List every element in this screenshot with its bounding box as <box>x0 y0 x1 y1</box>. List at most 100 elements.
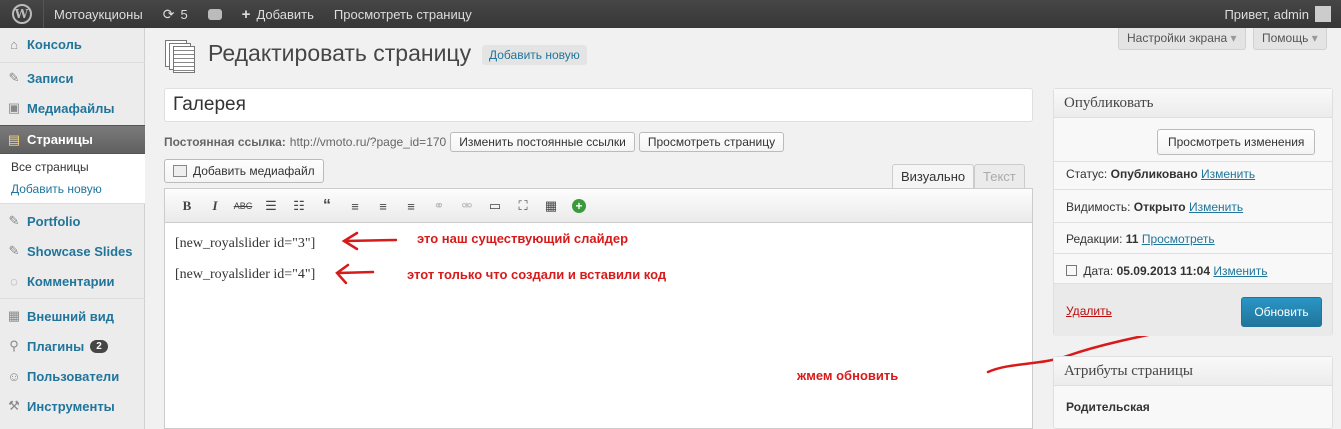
add-new-label: Добавить <box>256 6 314 22</box>
visibility-row: Видимость: Открыто Изменить <box>1066 200 1243 214</box>
annotation-text: этот только что создали и вставили код <box>407 267 667 282</box>
sidebar-item-plugins[interactable]: ⚲ Плагины 2 <box>0 336 145 356</box>
sidebar-item-appearance[interactable]: ▦ Внешний вид <box>0 306 145 326</box>
permalink-url[interactable]: http://vmoto.ru/?page_id=170 <box>290 135 446 149</box>
sidebar-item-showcase-slides[interactable]: ✎ Showcase Slides <box>0 241 145 261</box>
bold-icon[interactable]: B <box>177 197 197 215</box>
pages-submenu: Все страницы Добавить новую <box>0 154 145 204</box>
insert-more-icon[interactable]: ▭ <box>485 197 505 215</box>
bullet-list-icon[interactable]: ☰ <box>261 197 281 215</box>
refresh-icon: ⟳ <box>162 5 175 22</box>
update-button[interactable]: Обновить <box>1241 297 1322 327</box>
unlink-icon[interactable]: ⚮ <box>457 197 477 215</box>
pages-icon <box>165 40 197 74</box>
editor-toolbar: B I ABC ☰ ☷ “ ≡ ≡ ≡ ⚭ ⚮ ▭ ⛶ ▦ + <box>165 189 1032 223</box>
annotation-text: жмем обновить <box>797 368 899 383</box>
revisions-browse-link[interactable]: Просмотреть <box>1142 232 1215 246</box>
align-left-icon[interactable]: ≡ <box>345 197 365 215</box>
status-row: Статус: Опубликовано Изменить <box>1066 167 1255 181</box>
permalink-label: Постоянная ссылка: <box>164 135 286 149</box>
sidebar-item-label: Showcase Slides <box>27 243 133 259</box>
fullscreen-icon[interactable]: ⛶ <box>513 197 533 215</box>
align-right-icon[interactable]: ≡ <box>401 197 421 215</box>
avatar <box>1315 6 1331 22</box>
plus-icon: + <box>241 5 251 23</box>
sidebar-item-tools[interactable]: ⚒ Инструменты <box>0 396 145 416</box>
status-value: Опубликовано <box>1110 167 1198 181</box>
annotation-text: это наш существующий слайдер <box>417 231 629 246</box>
help-tab[interactable]: Помощь ▾ <box>1253 28 1327 50</box>
add-icon[interactable]: + <box>569 197 589 215</box>
screen-options-label: Настройки экрана <box>1127 31 1228 45</box>
add-new-menu[interactable]: + Добавить <box>232 0 324 28</box>
publish-box: Опубликовать Просмотреть изменения Стату… <box>1053 88 1333 336</box>
date-row: Дата: 05.09.2013 11:04 Изменить <box>1066 264 1268 278</box>
shortcode-line: [new_royalslider id="4"] <box>175 267 316 282</box>
content-editor: B I ABC ☰ ☷ “ ≡ ≡ ≡ ⚭ ⚮ ▭ ⛶ ▦ + [new_roy… <box>164 188 1033 429</box>
pin-icon: ✎ <box>8 243 20 258</box>
visibility-label: Видимость: <box>1066 200 1131 214</box>
site-name-link[interactable]: Мотоаукционы <box>44 0 153 28</box>
tab-text[interactable]: Текст <box>974 164 1025 188</box>
add-media-button[interactable]: Добавить медиафайл <box>164 159 324 183</box>
submenu-all-pages[interactable]: Все страницы <box>0 160 89 174</box>
change-permalinks-button[interactable]: Изменить постоянные ссылки <box>450 132 635 152</box>
tools-icon: ⚒ <box>8 398 20 413</box>
pin-icon: ✎ <box>8 70 20 85</box>
strikethrough-icon[interactable]: ABC <box>233 197 253 215</box>
updates-link[interactable]: ⟳ 5 <box>153 0 198 28</box>
sidebar-item-posts[interactable]: ✎ Записи <box>0 68 145 88</box>
add-new-page-button[interactable]: Добавить новую <box>482 45 587 65</box>
post-title-input[interactable] <box>164 88 1033 122</box>
view-page-link[interactable]: Просмотреть страницу <box>324 0 482 28</box>
blockquote-icon[interactable]: “ <box>317 197 337 215</box>
sidebar-item-label: Консоль <box>27 36 82 52</box>
align-center-icon[interactable]: ≡ <box>373 197 393 215</box>
sidebar-item-label: Пользователи <box>27 368 120 384</box>
sidebar-item-users[interactable]: ☺ Пользователи <box>0 366 145 386</box>
sidebar-item-label: Portfolio <box>27 213 81 229</box>
toolbar-toggle-icon[interactable]: ▦ <box>541 197 561 215</box>
submenu-add-new[interactable]: Добавить новую <box>0 182 102 196</box>
delete-link[interactable]: Удалить <box>1066 304 1112 318</box>
sidebar-item-media[interactable]: ▣ Медиафайлы <box>0 98 145 118</box>
revisions-label: Редакции: <box>1066 232 1123 246</box>
pages-icon: ▤ <box>7 131 21 147</box>
date-label: Дата: <box>1083 264 1114 278</box>
media-icon <box>173 165 187 177</box>
date-value: 05.09.2013 11:04 <box>1116 264 1211 278</box>
visibility-edit-link[interactable]: Изменить <box>1189 200 1243 214</box>
sidebar-item-label: Плагины <box>27 338 85 354</box>
revisions-row: Редакции: 11 Просмотреть <box>1066 232 1215 246</box>
comment-icon: ◌ <box>10 273 18 289</box>
publish-box-title: Опубликовать <box>1054 89 1332 118</box>
view-page-button[interactable]: Просмотреть страницу <box>638 132 785 152</box>
tab-visual[interactable]: Визуально <box>892 164 975 188</box>
screen-options-tab[interactable]: Настройки экрана ▾ <box>1118 28 1246 50</box>
shortcode-line: [new_royalslider id="3"] <box>175 236 316 251</box>
sidebar-item-portfolio[interactable]: ✎ Portfolio <box>0 211 145 231</box>
revisions-value: 11 <box>1125 232 1139 246</box>
status-edit-link[interactable]: Изменить <box>1201 167 1255 181</box>
admin-sidebar: ⌂ Консоль ✎ Записи ▣ Медиафайлы ▤ Страни… <box>0 28 145 429</box>
italic-icon[interactable]: I <box>205 197 225 215</box>
chevron-down-icon: ▾ <box>1230 31 1237 45</box>
dashboard-icon: ⌂ <box>10 36 18 52</box>
account-menu[interactable]: Привет, admin <box>1214 0 1341 28</box>
permalink-row: Постоянная ссылка: http://vmoto.ru/?page… <box>164 132 785 152</box>
editor-content-area[interactable]: [new_royalslider id="3"] [new_royalslide… <box>165 224 1032 428</box>
sidebar-item-pages[interactable]: ▤ Страницы <box>0 125 145 154</box>
numbered-list-icon[interactable]: ☷ <box>289 197 309 215</box>
sidebar-item-dashboard[interactable]: ⌂ Консоль <box>0 34 145 54</box>
preview-changes-button[interactable]: Просмотреть изменения <box>1157 129 1316 155</box>
page-attributes-box: Атрибуты страницы Родительская <box>1053 356 1333 429</box>
link-icon[interactable]: ⚭ <box>429 197 449 215</box>
wordpress-logo-icon[interactable]: W <box>0 0 44 28</box>
status-label: Статус: <box>1066 167 1108 181</box>
greeting-text: Привет, admin <box>1224 6 1309 22</box>
admin-bar: W Мотоаукционы ⟳ 5 + Добавить Просмотрет… <box>0 0 1341 28</box>
visibility-value: Открыто <box>1133 200 1186 214</box>
date-edit-link[interactable]: Изменить <box>1213 264 1267 278</box>
comments-link[interactable] <box>198 0 232 28</box>
sidebar-item-comments[interactable]: ◌ Комментарии <box>0 271 145 291</box>
